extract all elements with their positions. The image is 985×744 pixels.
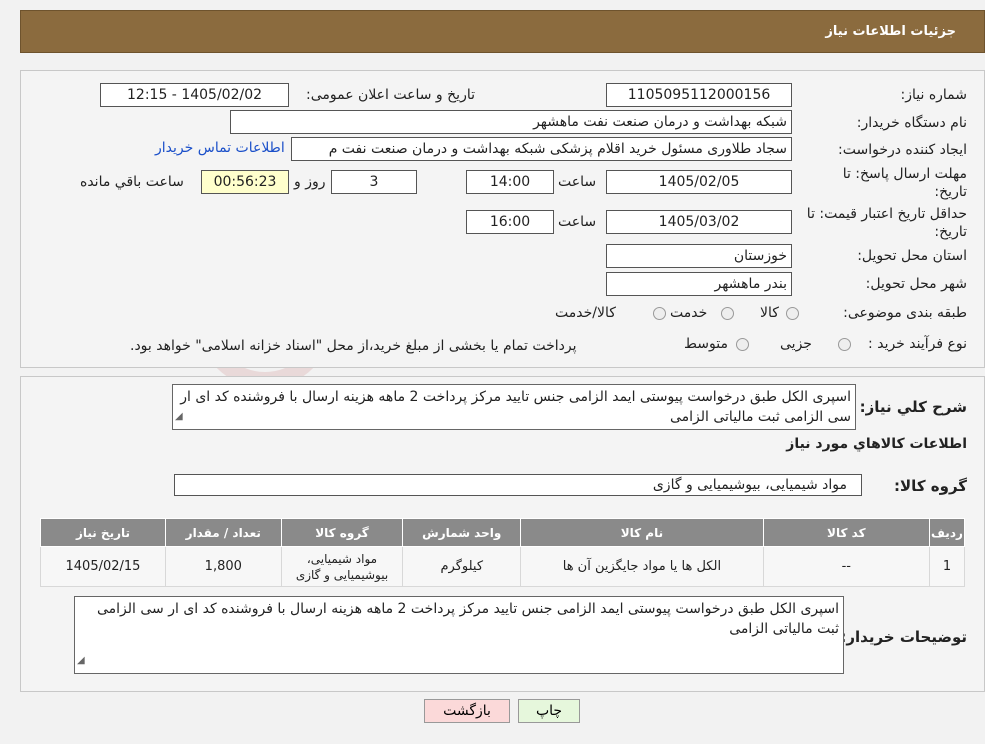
validity-label-date: تاریخ:: [934, 224, 967, 240]
validity-date-field: 1405/03/02: [606, 210, 792, 234]
col-goods-name: نام کالا: [520, 518, 764, 547]
process-label: نوع فرآیند خرید :: [868, 336, 967, 352]
validity-time-field: 16:00: [466, 210, 554, 234]
category-goods-label: کالا: [760, 305, 779, 321]
buyer-org-field: شبکه بهداشت و درمان صنعت نفت ماهشهر: [230, 110, 792, 134]
goods-group-label: گروه کالا:: [894, 477, 967, 495]
deadline-label-date: تاریخ:: [934, 184, 967, 200]
cell-need-date: 1405/02/15: [40, 546, 166, 587]
validity-label: حداقل تاریخ اعتبار قیمت: تا: [806, 206, 967, 222]
process-minor-radio[interactable]: [838, 338, 851, 351]
announce-label: تاریخ و ساعت اعلان عمومی:: [306, 87, 475, 103]
category-service-label: خدمت: [670, 305, 708, 321]
deadline-time-label: ساعت: [558, 174, 597, 190]
days-field: 3: [331, 170, 417, 194]
page-title: جزئیات اطلاعات نیاز: [825, 24, 956, 39]
buyer-notes-label: توضیحات خریدار:: [840, 628, 967, 646]
back-button[interactable]: بازگشت: [424, 699, 510, 723]
process-minor-label: جزیی: [780, 336, 812, 352]
buyer-org-label: نام دستگاه خریدار:: [856, 115, 967, 131]
province-field: خوزستان: [606, 244, 792, 268]
resize-handle-icon[interactable]: ◢: [77, 651, 85, 671]
category-label: طبقه بندی موضوعی:: [843, 305, 967, 321]
city-label: شهر محل تحویل:: [865, 276, 967, 292]
announce-datetime-field: 1405/02/02 - 12:15: [100, 83, 289, 107]
need-number-field: 1105095112000156: [606, 83, 792, 107]
cell-quantity: 1,800: [164, 546, 282, 587]
city-field: بندر ماهشهر: [606, 272, 792, 296]
validity-time-label: ساعت: [558, 214, 597, 230]
goods-group-field: مواد شیمیایی، بیوشیمیایی و گازی: [174, 474, 862, 496]
days-label: روز و: [294, 174, 326, 190]
remaining-time-field: 00:56:23: [201, 170, 289, 194]
buyer-contact-link[interactable]: اطلاعات تماس خریدار: [155, 140, 285, 156]
deadline-label: مهلت ارسال پاسخ: تا: [842, 166, 967, 182]
need-number-label: شماره نیاز:: [900, 87, 968, 103]
cell-goods-name: الکل ها یا مواد جایگزین آن ها: [520, 546, 764, 587]
cell-goods-code: --: [762, 546, 930, 587]
col-goods-group: گروه کالا: [280, 518, 404, 547]
summary-label: شرح کلي نياز:: [859, 398, 967, 416]
items-table: ردیف کد کالا نام کالا واحد شمارش گروه کا…: [40, 518, 966, 587]
goods-info-title: اطلاعات کالاهاي مورد نياز: [786, 436, 967, 452]
cell-goods-group: مواد شیمیایی، بیوشیمیایی و گازی: [280, 546, 404, 587]
page-header: جزئیات اطلاعات نیاز: [20, 10, 985, 53]
deadline-date-field: 1405/02/05: [606, 170, 792, 194]
category-goods-service-radio[interactable]: [653, 307, 666, 320]
resize-handle-icon[interactable]: ◢: [175, 407, 183, 427]
summary-textarea[interactable]: اسپری الکل طبق درخواست پیوستی ایمد الزام…: [172, 384, 856, 430]
process-medium-label: متوسط: [684, 336, 728, 352]
col-quantity: تعداد / مقدار: [164, 518, 282, 547]
col-unit: واحد شمارش: [402, 518, 522, 547]
print-button[interactable]: چاپ: [518, 699, 580, 723]
province-label: استان محل تحویل:: [857, 248, 967, 264]
cell-unit: کیلوگرم: [402, 546, 522, 587]
buyer-notes-textarea[interactable]: اسپری الکل طبق درخواست پیوستی ایمد الزام…: [74, 596, 844, 674]
category-goods-service-label: کالا/خدمت: [555, 305, 616, 321]
deadline-time-field: 14:00: [466, 170, 554, 194]
col-need-date: تاریخ نیاز: [40, 518, 166, 547]
category-service-radio[interactable]: [721, 307, 734, 320]
remaining-time-label: ساعت باقي مانده: [80, 174, 184, 190]
category-goods-radio[interactable]: [786, 307, 799, 320]
goods-group-value: مواد شیمیایی، بیوشیمیایی و گازی: [652, 477, 847, 493]
col-row-number: ردیف: [928, 518, 966, 547]
creator-field: سجاد طلاوری مسئول خرید اقلام پزشکی شبکه …: [291, 137, 792, 161]
table-header-row: ردیف کد کالا نام کالا واحد شمارش گروه کا…: [40, 518, 966, 547]
col-goods-code: کد کالا: [762, 518, 930, 547]
process-treasury-note: پرداخت تمام یا بخشی از مبلغ خرید،از محل …: [130, 338, 577, 354]
summary-text: اسپری الکل طبق درخواست پیوستی ایمد الزام…: [180, 389, 851, 425]
creator-label: ایجاد کننده درخواست:: [838, 142, 967, 158]
process-medium-radio[interactable]: [736, 338, 749, 351]
table-row: 1 -- الکل ها یا مواد جایگزین آن ها کیلوگ…: [40, 546, 966, 587]
cell-row-number: 1: [928, 546, 966, 587]
items-table-container: ردیف کد کالا نام کالا واحد شمارش گروه کا…: [40, 518, 966, 587]
buyer-notes-text: اسپری الکل طبق درخواست پیوستی ایمد الزام…: [97, 601, 839, 637]
